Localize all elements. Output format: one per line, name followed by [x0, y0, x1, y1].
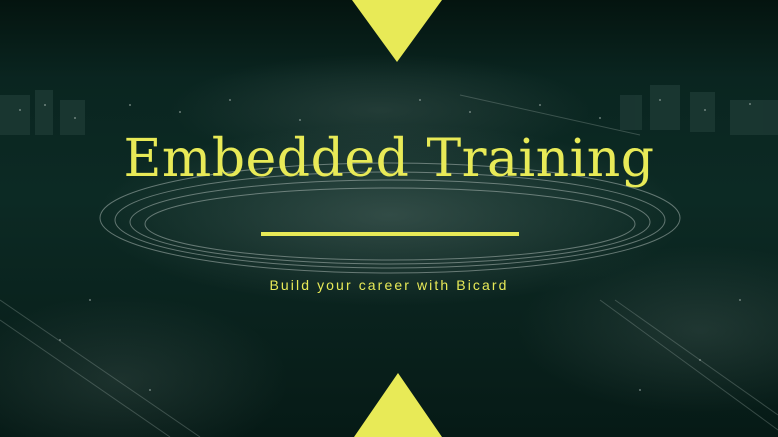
top-triangle-decoration: [352, 0, 442, 62]
night-city-background-image: [0, 85, 778, 437]
title-slide: Embedded Training Build your career with…: [0, 0, 778, 437]
slide-subtitle: Build your career with Bicard: [269, 277, 509, 293]
bottom-triangle-decoration: [354, 373, 442, 437]
slide-title: Embedded Training: [123, 129, 655, 189]
title-divider: [261, 232, 519, 236]
